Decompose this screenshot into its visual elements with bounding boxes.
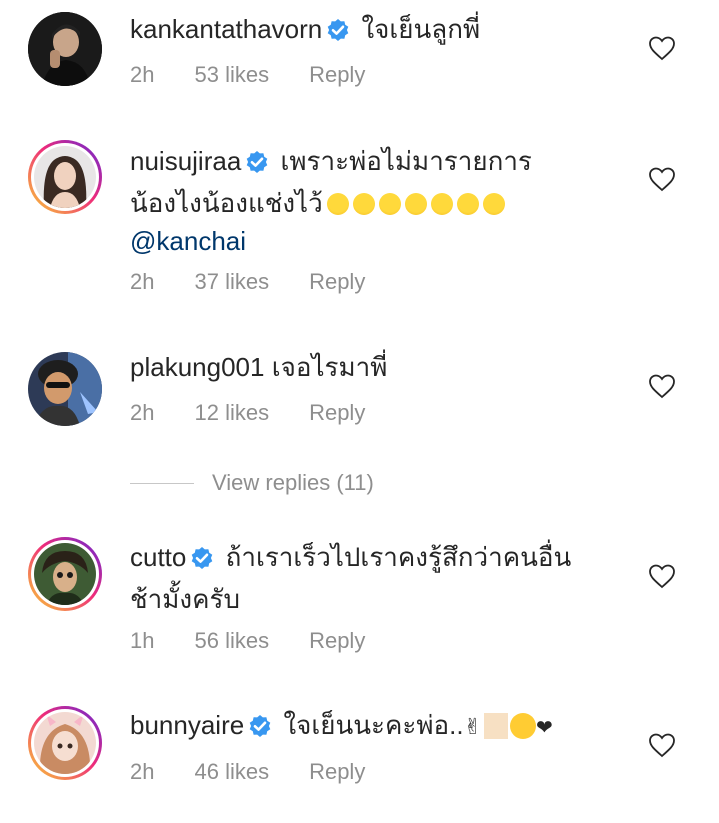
laughing-emoji-icons — [323, 188, 505, 218]
avatar[interactable] — [28, 140, 102, 214]
verified-badge-icon — [245, 146, 269, 184]
username[interactable]: nuisujiraa — [130, 146, 241, 176]
comment-time: 2h — [130, 400, 155, 425]
view-replies-button[interactable]: View replies (11) — [130, 470, 374, 496]
comment-likes[interactable]: 56 likes — [194, 628, 269, 654]
verified-badge-icon — [326, 14, 350, 52]
verified-badge-icon — [190, 542, 214, 580]
avatar-photo — [34, 712, 96, 774]
comment-likes[interactable]: 53 likes — [194, 62, 269, 88]
avatar-photo — [28, 12, 102, 86]
comment-text: nuisujiraa เพราะพ่อไม่มารายการ น้องไงน้อ… — [130, 142, 610, 260]
username[interactable]: plakung001 — [130, 352, 264, 382]
peace-hand-icon: ✌ — [463, 714, 482, 739]
reply-button[interactable]: Reply — [309, 400, 365, 426]
reply-button[interactable]: Reply — [309, 62, 365, 88]
comment-likes[interactable]: 12 likes — [194, 400, 269, 426]
comment-likes[interactable]: 46 likes — [194, 759, 269, 785]
comment-time: 1h — [130, 628, 155, 653]
comment-body: ใจเย็นนะคะพ่อ.. — [283, 710, 464, 740]
username[interactable]: bunnyaire — [130, 710, 244, 740]
skin-tone-modifier-icon — [484, 713, 508, 739]
verified-badge-icon — [248, 710, 272, 748]
comment-body: ใจเย็นลูกพี่ — [361, 14, 481, 44]
avatar[interactable] — [28, 537, 102, 611]
mention-link[interactable]: @kanchai — [130, 226, 246, 256]
avatar[interactable] — [28, 12, 102, 86]
comment-body-line2: ช้ามั้งครับ — [130, 584, 240, 614]
comment-body: เจอไรมาพี่ — [271, 352, 388, 382]
like-heart-icon[interactable] — [648, 732, 676, 758]
comment-meta: 2h 37 likes Reply — [130, 269, 365, 295]
comment-time: 2h — [130, 759, 155, 784]
view-replies-label: View replies (11) — [212, 470, 374, 495]
comment-body-line2: น้องไงน้องแช่งไว้ — [130, 188, 323, 218]
comment-text: kankantathavorn ใจเย็นลูกพี่ — [130, 10, 610, 52]
smile-emoji-icon — [510, 713, 536, 739]
like-heart-icon[interactable] — [648, 563, 676, 589]
comment-text: plakung001 เจอไรมาพี่ — [130, 348, 610, 386]
username[interactable]: kankantathavorn — [130, 14, 322, 44]
avatar[interactable] — [28, 706, 102, 780]
comment-body-line1: ถ้าเราเร็วไปเราคงรู้สึกว่าคนอื่น — [225, 542, 572, 572]
comment-meta: 2h 12 likes Reply — [130, 400, 365, 426]
comment-text: bunnyaire ใจเย็นนะคะพ่อ..✌ ❤ — [130, 706, 610, 748]
like-heart-icon[interactable] — [648, 35, 676, 61]
avatar-photo — [28, 352, 102, 426]
username[interactable]: cutto — [130, 542, 186, 572]
comment-meta: 2h 46 likes Reply — [130, 759, 365, 785]
comment-body-line1: เพราะพ่อไม่มารายการ — [280, 146, 532, 176]
like-heart-icon[interactable] — [648, 166, 676, 192]
reply-button[interactable]: Reply — [309, 759, 365, 785]
comment-likes[interactable]: 37 likes — [194, 269, 269, 295]
comment-time: 2h — [130, 269, 155, 294]
heart-emoji-icon: ❤ — [536, 717, 553, 739]
avatar-photo — [34, 543, 96, 605]
comment-meta: 1h 56 likes Reply — [130, 628, 365, 654]
comment-meta: 2h 53 likes Reply — [130, 62, 365, 88]
reply-button[interactable]: Reply — [309, 269, 365, 295]
reply-button[interactable]: Reply — [309, 628, 365, 654]
divider — [130, 482, 194, 484]
comment-text: cutto ถ้าเราเร็วไปเราคงรู้สึกว่าคนอื่น ช… — [130, 538, 610, 618]
like-heart-icon[interactable] — [648, 373, 676, 399]
comment-time: 2h — [130, 62, 155, 87]
avatar-photo — [34, 146, 96, 208]
avatar[interactable] — [28, 352, 102, 426]
